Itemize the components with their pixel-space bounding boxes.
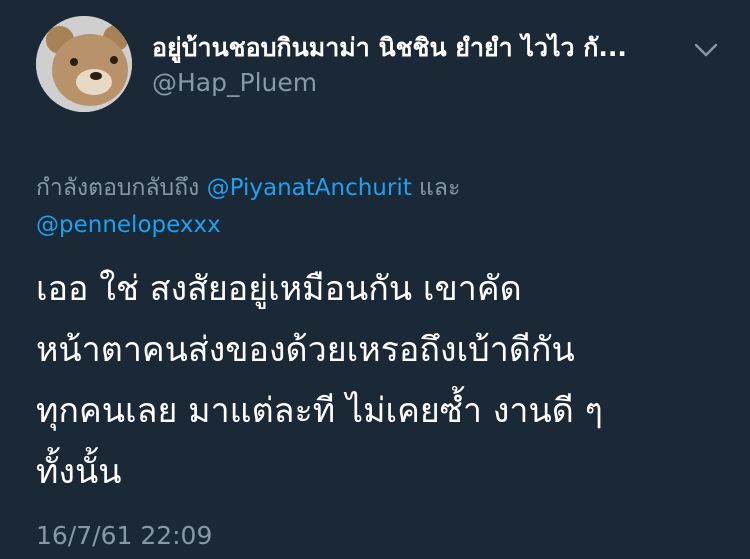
tweet-text-line: เออ ใช่ สงสัยอยู่เหมือนกัน เขาคัด bbox=[36, 269, 522, 309]
author-handle[interactable]: @Hap_Pluem bbox=[152, 66, 317, 100]
teddy-bear-avatar-icon bbox=[36, 16, 132, 112]
mention-link-pennelopexxx[interactable]: @pennelopexxx bbox=[36, 212, 221, 238]
tweet-text-line: ทั้งนั้น bbox=[36, 452, 122, 492]
mention-link-piyanatanchurit[interactable]: @PiyanatAnchurit bbox=[207, 175, 412, 201]
tweet-timestamp[interactable]: 16/7/61 22:09 bbox=[36, 518, 212, 554]
reply-context-prefix: กำลังตอบกลับถึง bbox=[36, 175, 207, 201]
reply-context-conjunction: และ bbox=[411, 175, 461, 201]
tweet-text: เออ ใช่ สงสัยอยู่เหมือนกัน เขาคัด หน้าตา… bbox=[36, 259, 716, 503]
author-display-name[interactable]: อยู่บ้านชอบกินมาม่า นิชชิน ยำยำ ไวไว กั.… bbox=[152, 30, 682, 66]
tweet-text-line: ทุกคนเลย มาแต่ละที ไม่เคยซ้ำ งานดี ๆ bbox=[36, 391, 603, 431]
reply-context: กำลังตอบกลับถึง @PiyanatAnchurit และ @pe… bbox=[36, 170, 726, 244]
author-avatar[interactable] bbox=[36, 16, 132, 112]
tweet-text-line: หน้าตาคนส่งของด้วยเหรอถึงเบ้าดีกัน bbox=[36, 330, 575, 370]
chevron-down-icon bbox=[694, 43, 718, 57]
tweet-menu-button[interactable] bbox=[690, 38, 722, 62]
